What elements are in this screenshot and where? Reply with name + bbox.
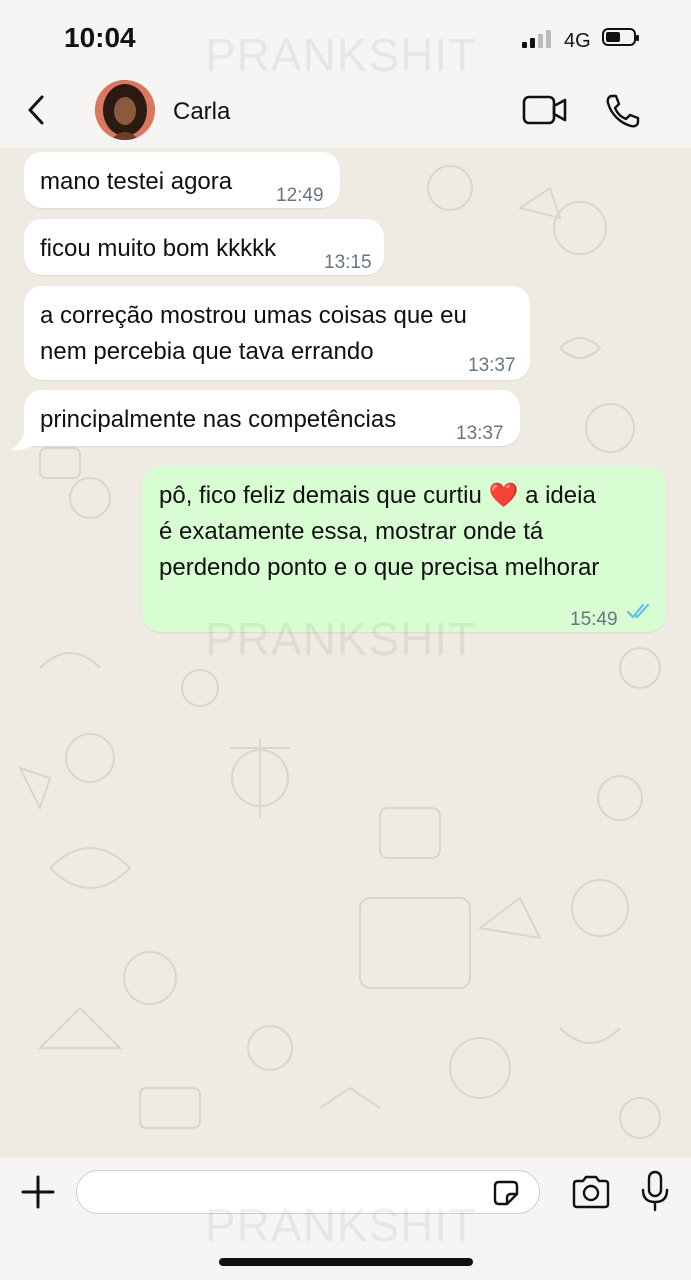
plus-icon[interactable] — [20, 1174, 56, 1210]
heart-emoji: ❤️ — [488, 482, 519, 509]
message-time: 13:15 — [324, 252, 372, 273]
signal-strength-icon — [522, 30, 554, 48]
message-text-segment: pô, fico feliz demais que curtiu — [159, 482, 482, 509]
home-indicator — [219, 1258, 473, 1266]
message-text-line: nem percebia que tava errando — [40, 338, 374, 365]
message-text-line: a correção mostrou umas coisas que eu — [40, 302, 467, 329]
phone-call-icon[interactable] — [604, 92, 642, 130]
chat-area[interactable]: mano testei agora 12:49 ficou muito bom … — [0, 148, 691, 1158]
message-time: 15:49 — [570, 609, 618, 630]
bubble-tail — [10, 432, 32, 451]
message-text-line: perdendo ponto e o que precisa melhorar — [159, 554, 600, 581]
message-bubble-outgoing[interactable]: pô, fico feliz demais que curtiu ❤️ a id… — [142, 466, 666, 632]
message-time: 12:49 — [276, 185, 324, 206]
message-text-segment: a ideia — [525, 482, 596, 509]
message-bubble-incoming[interactable]: ficou muito bom kkkkk 13:15 — [24, 219, 384, 275]
microphone-icon[interactable] — [640, 1170, 670, 1212]
message-text-line: é exatamente essa, mostrar onde tá — [159, 518, 544, 545]
status-time: 10:04 — [64, 22, 136, 53]
message-bubble-incoming[interactable]: mano testei agora 12:49 — [24, 152, 340, 208]
message-bubble-incoming[interactable]: a correção mostrou umas coisas que eu ne… — [24, 286, 530, 380]
read-receipt-icon — [627, 604, 649, 619]
message-time: 13:37 — [456, 423, 504, 444]
avatar[interactable] — [95, 80, 155, 140]
video-call-icon[interactable] — [522, 94, 568, 126]
chat-header: Carla — [0, 72, 691, 148]
watermark: PRANKSHIT — [205, 613, 478, 665]
message-bubble-incoming[interactable]: principalmente nas competências 13:37 — [24, 390, 520, 446]
network-type: 4G — [564, 30, 591, 52]
sticker-icon[interactable] — [491, 1178, 521, 1208]
back-chevron-icon[interactable] — [24, 94, 48, 126]
message-time: 13:37 — [468, 355, 516, 376]
message-text-line: pô, fico feliz demais que curtiu ❤️ a id… — [159, 478, 666, 514]
message-text: principalmente nas competências — [40, 406, 397, 433]
status-bar: 10:04 PRANKSHIT 4G — [0, 0, 691, 81]
camera-icon[interactable] — [570, 1174, 612, 1210]
contact-name[interactable]: Carla — [173, 98, 230, 126]
watermark: PRANKSHIT — [205, 1199, 478, 1251]
battery-icon — [602, 28, 639, 46]
